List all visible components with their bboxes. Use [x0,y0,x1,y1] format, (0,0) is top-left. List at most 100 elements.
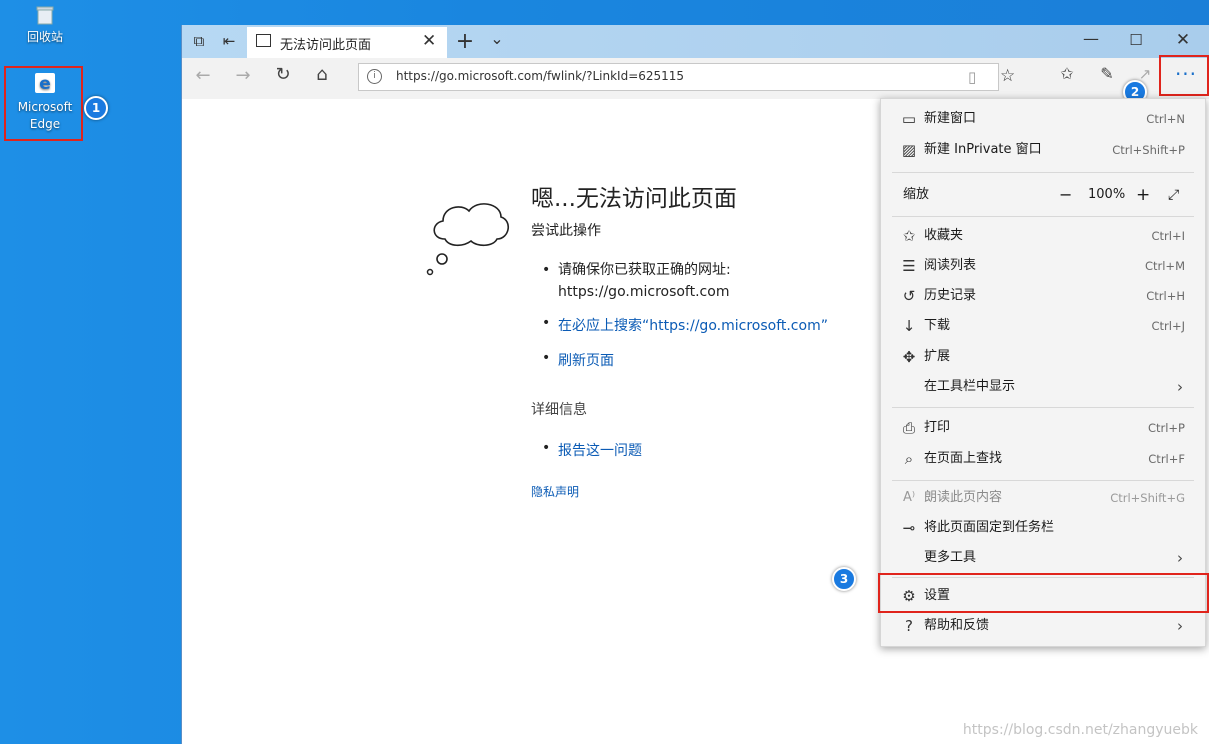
menu-reading-list[interactable]: ☰ 阅读列表 Ctrl+M [881,251,1205,281]
favorites-hub-icon[interactable]: ✩ [1052,64,1082,83]
pin-icon: ⊸ [902,519,916,537]
menu-find-label: 在页面上查找 [924,451,1003,466]
bullet-check-url: • 请确保你已获取正确的网址: https://go.microsoft.com [542,259,731,303]
page-icon [256,34,271,47]
chevron-right-icon: › [1177,378,1183,396]
thought-cloud-icon [426,203,509,276]
menu-read-aloud: A⁾ 朗读此页内容 Ctrl+Shift+G [881,483,1205,513]
maximize-icon[interactable]: ☐ [1123,31,1149,49]
back-icon[interactable]: ← [188,65,218,86]
menu-history-shortcut: Ctrl+H [1146,289,1185,303]
refresh-page-link[interactable]: 刷新页面 [558,350,614,370]
menu-more-tools[interactable]: 更多工具 › [881,543,1205,573]
web-note-icon[interactable]: ✎ [1092,64,1122,83]
menu-favorites-label: 收藏夹 [924,228,964,243]
menu-downloads[interactable]: ↓ 下载 Ctrl+J [881,311,1205,341]
home-icon[interactable]: ⌂ [307,64,337,85]
fullscreen-icon[interactable]: ⤢ [1168,180,1179,210]
menu-history[interactable]: ↺ 历史记录 Ctrl+H [881,281,1205,311]
recycle-bin-icon [36,6,54,25]
recycle-bin-label: 回收站 [26,30,63,44]
info-icon: i [367,69,382,84]
menu-show-in-toolbar[interactable]: 在工具栏中显示 › [881,372,1205,402]
menu-zoom-label: 缩放 [903,187,930,202]
search-icon: ⌕ [904,450,914,468]
menu-new-inprivate[interactable]: ▨ 新建 InPrivate 窗口 Ctrl+Shift+P [881,135,1205,165]
menu-find-on-page[interactable]: ⌕ 在页面上查找 Ctrl+F [881,444,1205,474]
menu-separator [892,407,1194,408]
address-bar[interactable]: i https://go.microsoft.com/fwlink/?LinkI… [358,63,1015,91]
bing-search-link[interactable]: 在必应上搜索“https://go.microsoft.com” [558,315,828,335]
menu-history-label: 历史记录 [924,288,977,303]
menu-downloads-shortcut: Ctrl+J [1151,319,1186,333]
menu-help-feedback[interactable]: ? 帮助和反馈 › [881,611,1205,641]
read-aloud-icon: A⁾ [902,490,916,505]
menu-reading-list-shortcut: Ctrl+M [1144,259,1185,273]
history-icon: ↺ [902,287,916,305]
tab-manager-icon[interactable]: ⧉ [186,32,212,50]
extensions-puzzle-icon: ✥ [902,348,916,366]
details-label: 详细信息 [531,402,587,418]
download-icon: ↓ [902,317,916,335]
step-badge-1: 1 [84,96,108,120]
menu-favorites[interactable]: ✩ 收藏夹 Ctrl+I [881,221,1205,251]
minimize-icon[interactable]: — [1078,29,1104,48]
zoom-out-icon[interactable]: − [1059,180,1072,210]
menu-print-label: 打印 [924,420,951,435]
menu-read-aloud-label: 朗读此页内容 [924,490,1003,505]
tab-active[interactable]: 无法访问此页面 ✕ [247,27,447,58]
menu-more-tools-label: 更多工具 [924,550,977,565]
menu-zoom: 缩放 − 100% + ⤢ [881,180,1205,210]
tab-title: 无法访问此页面 [280,38,372,53]
close-window-icon[interactable]: ✕ [1170,30,1196,50]
menu-separator [892,480,1194,481]
menu-pin-to-taskbar[interactable]: ⊸ 将此页面固定到任务栏 [881,513,1205,543]
menu-print[interactable]: ⎙ 打印 Ctrl+P [881,413,1205,443]
bullet-report: • 报告这一问题 [542,440,642,459]
chevron-right-icon: › [1177,617,1183,635]
forward-icon[interactable]: → [228,65,258,86]
menu-show-in-toolbar-label: 在工具栏中显示 [924,379,1016,394]
menu-reading-list-label: 阅读列表 [924,258,977,273]
menu-new-window-shortcut: Ctrl+N [1146,112,1185,126]
reading-list-icon: ☰ [902,257,916,275]
step-badge-3: 3 [832,567,856,591]
try-this-label: 尝试此操作 [531,223,601,239]
refresh-icon[interactable]: ↻ [268,64,298,85]
zoom-value: 100% [1088,187,1126,202]
menu-downloads-label: 下载 [924,318,951,333]
tab-preview-chevron-icon[interactable]: ⌄ [484,29,510,48]
bullet-bing-search: • 在必应上搜索“https://go.microsoft.com” [542,315,828,334]
window-icon: ▭ [901,110,917,128]
favorites-icon: ✩ [902,227,916,245]
check-url-line2: https://go.microsoft.com [558,284,730,300]
menu-separator [892,172,1194,173]
menu-new-inprivate-label: 新建 InPrivate 窗口 [924,142,1042,157]
favorite-star-icon[interactable]: ☆ [1000,66,1015,86]
more-actions-highlight [1159,55,1209,96]
set-aside-tabs-icon[interactable]: ⇤ [216,32,242,50]
new-tab-icon[interactable]: + [452,29,478,54]
privacy-link[interactable]: 隐私声明 [531,483,579,500]
menu-read-aloud-shortcut: Ctrl+Shift+G [1110,491,1185,505]
menu-extensions[interactable]: ✥ 扩展 [881,342,1205,372]
edge-shortcut-highlight [4,66,83,141]
menu-new-window-label: 新建窗口 [924,111,977,126]
chevron-right-icon: › [1177,549,1183,567]
report-issue-link[interactable]: 报告这一问题 [558,440,642,460]
check-url-line1: 请确保你已获取正确的网址: [558,262,731,278]
menu-find-shortcut: Ctrl+F [1148,452,1185,466]
bullet-refresh: • 刷新页面 [542,350,614,369]
address-url: https://go.microsoft.com/fwlink/?LinkId=… [396,69,685,83]
menu-new-window[interactable]: ▭ 新建窗口 Ctrl+N [881,104,1205,134]
help-question-icon: ? [905,617,913,635]
title-bar: ⧉ ⇤ 无法访问此页面 ✕ + ⌄ — ☐ ✕ [182,25,1209,58]
recycle-bin-desktop-icon[interactable]: 回收站 [20,4,70,46]
menu-extensions-label: 扩展 [924,349,951,364]
watermark: https://blog.csdn.net/zhangyuebk [962,722,1198,738]
tab-close-icon[interactable]: ✕ [422,31,436,51]
zoom-in-icon[interactable]: + [1136,180,1150,210]
menu-favorites-shortcut: Ctrl+I [1151,229,1186,243]
reading-view-icon[interactable]: ▯ [968,68,976,86]
menu-pin-label: 将此页面固定到任务栏 [924,520,1055,535]
